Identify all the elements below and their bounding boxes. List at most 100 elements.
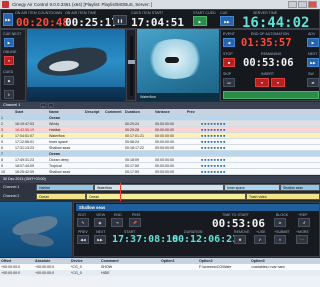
next-item-label: NEXT [96, 230, 106, 234]
rep-label: +REP [298, 213, 308, 217]
slider-handle[interactable] [128, 60, 135, 64]
commands-cell-option1 [160, 270, 198, 276]
sw-button[interactable]: ⇄ [307, 78, 319, 87]
adv-label: ADV [308, 32, 316, 36]
playlist-cell-name: Shallow seas [49, 170, 71, 174]
adv-button[interactable]: ▶ [307, 38, 319, 47]
view-button[interactable]: ◉ [94, 218, 106, 227]
cued-item-name: Waterflow [137, 93, 219, 101]
stop-button[interactable]: ■ [223, 58, 235, 67]
event-label: EVENT [223, 32, 235, 36]
timeline-clip[interactable]: Trash video [246, 193, 320, 200]
on-air-countdown: 00:20:48 [16, 16, 69, 29]
view-label: VIEW [96, 213, 106, 217]
window-titlebar: Cinegy Air Control 9.0.0.3361 (x64) [Pla… [0, 0, 320, 9]
commands-cell-absolute: +00:00:00:0 [35, 271, 55, 275]
pins-label: PINS [132, 213, 141, 217]
pins-button[interactable]: 📌 [129, 218, 141, 227]
video-bottom-band [27, 87, 125, 101]
playlist-cell-start: 18:25:42:09 [15, 170, 34, 174]
end-of-automation-label: END OF AUTOMATION [251, 32, 290, 36]
cue-next-button[interactable]: ▶▶ [3, 13, 13, 26]
on-air-countdown-label: ON AIR ITEM COUNTDOWN [15, 11, 62, 15]
submit-label: +SUBMIT [274, 230, 290, 234]
commands-cell-command: HIDE [101, 271, 110, 275]
edit-label: EDIT [78, 213, 87, 217]
cue-next-side-label: CUE NEXT [3, 32, 22, 36]
playlist-toolbar: Channel 1 + − [0, 102, 320, 109]
insert-button[interactable]: ● [255, 78, 269, 87]
item-title: Shallow seas [76, 204, 319, 211]
on-air-item-time: 00:25:17 [65, 16, 118, 29]
on-air-item-time-label: ON AIR ITEM TIME [65, 11, 97, 15]
cue-next-side-button[interactable]: ▶ [4, 38, 14, 47]
record-button[interactable]: ● [271, 78, 285, 87]
prev-button[interactable]: ◀◀ [77, 235, 89, 244]
more-button[interactable]: ⋯ [296, 235, 308, 244]
playlist-cell-descr [84, 169, 104, 174]
playlist-row[interactable]: 10 18:25:42:09 Shallow seas 00:17:59 00:00:0… [0, 169, 320, 175]
commands-cell-option3 [250, 270, 320, 276]
insert-label: INSERT [261, 72, 275, 76]
playlist-cell-num: 10 [1, 170, 5, 174]
commands-row[interactable]: +00:00:00:0 +00:00:00:0 *CG_0 HIDE [0, 270, 320, 276]
next-button[interactable]: ▶▶ [307, 58, 319, 67]
timeline-clip[interactable]: Shallow seas [280, 184, 320, 191]
playlist-channel-label: Channel 1 [3, 103, 21, 107]
edit-button[interactable]: ✎ [77, 218, 89, 227]
sw-label: SW [308, 72, 314, 76]
timeline-channel-1: Channel 1 [0, 183, 36, 192]
use-button[interactable]: ✔ [254, 235, 266, 244]
maximize-button[interactable] [298, 1, 307, 8]
timeline-clip[interactable]: Ocean [86, 193, 246, 200]
submit-button[interactable]: ⇪ [274, 235, 286, 244]
slider-track [130, 36, 133, 96]
timeline-area: Channel 1 Channel 2 Habitat Waterflow In… [0, 183, 320, 201]
event-panel: EVENT ◀ END OF AUTOMATION 01:35:57 ADV ▶… [220, 29, 320, 101]
loop-button[interactable]: ↻ [4, 90, 14, 99]
commands-cell-offset: +00:00:00:0 [1, 271, 21, 275]
use-label: +USE [256, 230, 266, 234]
block-label: BLOCK [276, 213, 289, 217]
playlist-remove-button[interactable]: − [48, 103, 54, 108]
item-duration: 00:12:06:23 [172, 234, 239, 245]
pause-button[interactable]: ❚❚ [113, 15, 127, 25]
commands-cell-device: *CG_0 [71, 271, 82, 275]
block-button[interactable]: ⊘ [274, 218, 286, 227]
close-button[interactable] [308, 1, 317, 8]
cued-side-button[interactable]: ◆ [4, 76, 14, 85]
timeline-clip[interactable]: Inner space [224, 184, 280, 191]
online-button[interactable]: ● [4, 56, 14, 65]
timeline-playhead[interactable] [120, 183, 121, 201]
timeline-date: 30 Dec 2013 (GMT+03:00) [3, 177, 46, 181]
skip-button[interactable]: ⏭ [223, 78, 235, 87]
timeline-clip[interactable]: Waterflow [94, 184, 224, 191]
minimize-button[interactable] [288, 1, 297, 8]
timeline-clip[interactable]: Habitat [36, 184, 94, 191]
remove-button[interactable]: ✖ [234, 235, 246, 244]
playlist-row-status-icons[interactable]: ■ ■ ■ ■ ■ ■ ■ ■ [200, 169, 320, 174]
start-cued-button[interactable]: ▶ [193, 16, 207, 26]
rep-button[interactable]: ↺ [298, 218, 310, 227]
next-item-button[interactable]: ▶▶ [94, 235, 106, 244]
skip-label: SKIP [223, 72, 232, 76]
cued-video-preview: Waterflow [137, 29, 219, 101]
playlist-add-button[interactable]: + [40, 103, 46, 108]
level-slider[interactable] [126, 29, 136, 101]
playlist-grid: Start Name Descript Comment Duration Variance… [0, 109, 320, 175]
timeline-toolbar: 30 Dec 2013 (GMT+03:00) [0, 176, 320, 183]
end-of-automation-time: 01:35:57 [241, 37, 292, 49]
remaining-label: REMAINING [261, 52, 282, 56]
app-icon [2, 1, 9, 8]
cue-button[interactable]: ▶▶ [220, 16, 234, 26]
end-button[interactable]: ⇥ [111, 218, 123, 227]
online-label: ONLINE [3, 50, 17, 54]
timeline-clip[interactable]: Ocean [36, 193, 86, 200]
left-control-column: CUE NEXT ▶ ONLINE ● CUED ◆ ↻ [0, 29, 26, 101]
time-to-start: 00:53:06 [212, 217, 265, 230]
dolphin-image-2 [19, 231, 55, 249]
event-button[interactable]: ◀ [223, 38, 235, 47]
playlist-cell-duration: 00:17:59 [125, 170, 139, 174]
end-label: END [114, 213, 122, 217]
playlist-cell-comment [104, 169, 124, 174]
